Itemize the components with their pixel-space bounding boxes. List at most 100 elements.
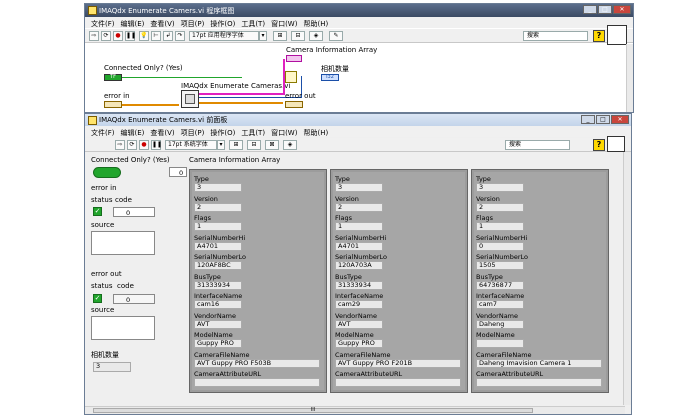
retain-wire-icon[interactable]: ⊢ [151,31,161,41]
menu-tools[interactable]: 工具(T) [241,128,265,138]
highlight-icon[interactable]: 💡 [139,31,149,41]
field-value-flags[interactable]: 1 [476,222,524,231]
field-value-vendor[interactable]: Daheng [476,319,524,329]
search-input[interactable]: 搜索 [523,31,588,41]
help-icon[interactable]: ? [593,139,605,151]
field-value-bus-type[interactable]: 31333934 [335,280,383,290]
help-icon[interactable]: ? [593,30,605,42]
search-input[interactable]: 搜索 [505,140,570,150]
menu-window[interactable]: 窗口(W) [271,128,297,138]
error-in-terminal[interactable] [104,101,122,108]
property-node[interactable] [285,71,297,83]
horizontal-scrollbar-thumb[interactable]: III [93,408,533,413]
panel-horizontal-scrollbar[interactable]: III [85,406,625,414]
field-value-type[interactable]: 3 [476,183,524,192]
menu-edit[interactable]: 编辑(E) [121,19,145,29]
status-checkmark-icon[interactable]: ✓ [93,207,102,216]
pause-icon[interactable]: ❚❚ [151,140,162,150]
camera-count-terminal[interactable]: I32 [321,74,339,81]
field-value-serial-hi[interactable]: A4701 [335,241,383,251]
field-value-vendor[interactable]: AVT [335,319,383,329]
reorder-icon[interactable]: ◈ [309,31,323,41]
field-value-file[interactable]: AVT Guppy PRO F503B [194,358,320,368]
minimize-button[interactable]: _ [581,115,595,124]
step-into-icon[interactable]: ↲ [163,31,173,41]
camera-info-array-terminal[interactable] [286,55,302,62]
array-index-control[interactable]: 0 [169,167,187,177]
font-dropdown-icon[interactable]: ▾ [259,31,267,41]
menu-operate[interactable]: 操作(O) [210,19,235,29]
field-value-vendor[interactable]: AVT [194,319,242,329]
align-icon[interactable]: ⊞ [229,140,243,150]
block-diagram-titlebar[interactable]: IMAQdx Enumerate Camers.vi 程序框图 _ □ ✕ [85,4,633,17]
resize-icon[interactable]: ⊠ [265,140,279,150]
field-value-interface[interactable]: cam16 [194,300,242,309]
field-value-flags[interactable]: 1 [335,222,383,231]
close-button[interactable]: ✕ [613,5,631,14]
field-value-serial-lo[interactable]: 120A703A [335,261,383,270]
menu-help[interactable]: 帮助(H) [303,128,328,138]
menu-help[interactable]: 帮助(H) [303,19,328,29]
run-continuous-icon[interactable]: ⟳ [127,140,137,150]
field-value-model[interactable] [476,339,524,348]
connected-only-constant[interactable]: TF [104,74,122,81]
field-value-model[interactable]: Guppy PRO [194,339,242,348]
menu-file[interactable]: 文件(F) [91,19,115,29]
error-out-terminal[interactable] [285,101,303,108]
menu-edit[interactable]: 编辑(E) [121,128,145,138]
run-continuous-icon[interactable]: ⟳ [101,31,111,41]
menu-window[interactable]: 窗口(W) [271,19,297,29]
menu-view[interactable]: 查看(V) [150,128,174,138]
font-dropdown-icon[interactable]: ▾ [217,140,225,150]
enumerate-cameras-node[interactable] [181,90,199,108]
field-value-serial-hi[interactable]: A4701 [194,241,242,251]
distribute-icon[interactable]: ⊟ [247,140,261,150]
field-value-serial-hi[interactable]: 0 [476,241,524,251]
field-value-url[interactable] [194,378,320,387]
maximize-button[interactable]: □ [598,5,612,14]
field-value-bus-type[interactable]: 31333934 [194,280,242,290]
align-icon[interactable]: ⊞ [273,31,287,41]
field-value-file[interactable]: AVT Guppy PRO F201B [335,358,461,368]
field-value-version[interactable]: 2 [194,202,242,212]
field-value-version[interactable]: 2 [335,202,383,212]
minimize-button[interactable]: _ [583,5,597,14]
field-value-interface[interactable]: cam29 [335,300,383,309]
field-value-url[interactable] [335,378,461,387]
menu-project[interactable]: 项目(P) [181,128,205,138]
abort-icon[interactable]: ● [139,140,149,150]
pause-icon[interactable]: ❚❚ [125,31,136,41]
menu-view[interactable]: 查看(V) [150,19,174,29]
distribute-icon[interactable]: ⊟ [291,31,305,41]
field-value-bus-type[interactable]: 64736877 [476,280,524,290]
menu-tools[interactable]: 工具(T) [241,19,265,29]
menu-file[interactable]: 文件(F) [91,128,115,138]
maximize-button[interactable]: □ [596,115,610,124]
front-panel-titlebar[interactable]: IMAQdx Enumerate Camers.vi 前面板 _ □ ✕ [85,114,631,126]
field-value-serial-lo[interactable]: 120AF8BC [194,261,242,270]
step-over-icon[interactable]: ↷ [175,31,185,41]
field-value-url[interactable] [476,378,602,387]
cleanup-icon[interactable]: ✎ [329,31,343,41]
menu-project[interactable]: 项目(P) [181,19,205,29]
close-button[interactable]: ✕ [611,115,629,124]
field-value-interface[interactable]: cam7 [476,300,524,309]
font-selector[interactable]: 17pt 系统字体 [165,140,217,150]
field-value-file[interactable]: Daheng Imavision Camera 1 [476,358,602,368]
connected-only-toggle[interactable] [93,167,121,178]
field-value-serial-lo[interactable]: 1505 [476,261,524,270]
font-selector[interactable]: 17pt 应用程序字体 [189,31,259,41]
field-value-version[interactable]: 2 [476,202,524,212]
source-textbox[interactable] [91,231,155,255]
field-value-type[interactable]: 3 [335,183,383,192]
reorder-icon[interactable]: ◈ [283,140,297,150]
diagram-vertical-scrollbar[interactable] [626,44,633,112]
menu-operate[interactable]: 操作(O) [210,128,235,138]
field-value-flags[interactable]: 1 [194,222,242,231]
run-arrow-icon[interactable]: ⇨ [115,140,125,150]
field-value-type[interactable]: 3 [194,183,242,192]
field-value-model[interactable]: Guppy PRO [335,339,383,348]
code-field[interactable]: 0 [113,207,155,217]
run-arrow-icon[interactable]: ⇨ [89,31,99,41]
abort-icon[interactable]: ● [113,31,123,41]
